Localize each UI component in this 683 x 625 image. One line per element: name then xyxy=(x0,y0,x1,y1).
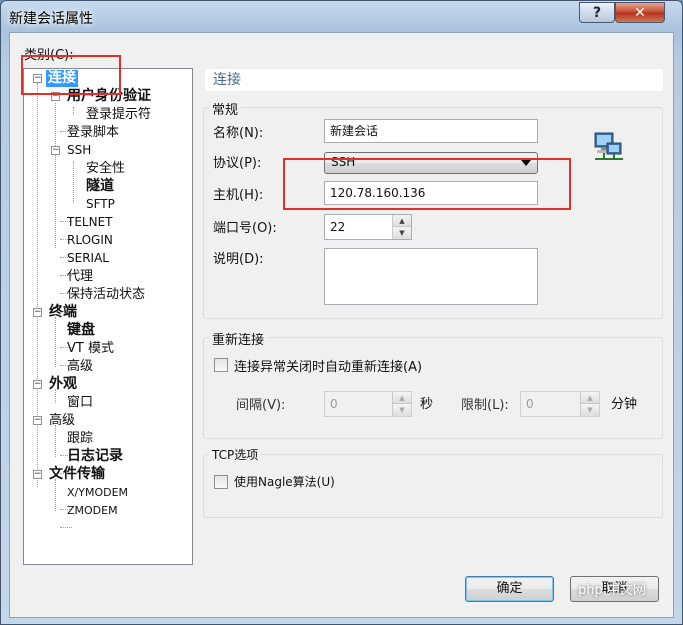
spin-down-icon[interactable]: ▼ xyxy=(580,404,599,416)
name-field[interactable]: 新建会话 xyxy=(324,119,538,143)
nagle-checkbox[interactable] xyxy=(214,475,228,489)
auto-reconnect-checkbox[interactable] xyxy=(214,358,228,372)
tree-item-trace[interactable]: 跟踪 xyxy=(67,430,93,447)
nagle-label[interactable]: 使用Nagle算法(U) xyxy=(234,473,335,490)
spin-down-icon[interactable]: ▼ xyxy=(392,404,411,416)
interval-value: 0 xyxy=(330,397,338,411)
tree-item-telnet[interactable]: TELNET xyxy=(67,214,113,231)
interval-label: 间隔(V): xyxy=(236,398,286,413)
tcp-group-title: TCP选项 xyxy=(209,446,262,463)
tree-line xyxy=(73,161,74,203)
tree-item-zmodem[interactable]: ZMODEM xyxy=(67,502,118,519)
port-label: 端口号(O): xyxy=(213,221,277,236)
general-group-title: 常规 xyxy=(209,99,242,118)
interval-stepper-buttons: ▲ ▼ xyxy=(392,392,411,416)
window-title: 新建会话属性 xyxy=(9,11,93,27)
tree-item-logging[interactable]: 日志记录 xyxy=(67,448,123,465)
tree-item-tunneling[interactable]: 隧道 xyxy=(86,178,114,195)
port-stepper-buttons: ▲ ▼ xyxy=(392,215,411,239)
watermark-logo: php 中文网 xyxy=(578,583,646,598)
title-bar[interactable]: 新建会话属性 ? ✕ xyxy=(1,1,682,33)
reconnect-group xyxy=(203,337,663,439)
tree-item-window[interactable]: 窗口 xyxy=(67,394,93,411)
close-button[interactable]: ✕ xyxy=(615,2,665,23)
tree-item-file-transfer[interactable]: 文件传输 xyxy=(49,466,105,483)
dialog-window: 新建会话属性 ? ✕ 类别(C): − − − − − − − 连接 用户身份验… xyxy=(0,0,683,625)
tree-item-login-script[interactable]: 登录脚本 xyxy=(67,124,119,141)
tree-line xyxy=(73,107,74,115)
tree-item-sftp[interactable]: SFTP xyxy=(86,196,115,213)
tree-item-terminal[interactable]: 终端 xyxy=(49,304,77,321)
tree-item-ssh[interactable]: SSH xyxy=(67,142,91,159)
spin-up-icon[interactable]: ▲ xyxy=(392,215,411,227)
port-value: 22 xyxy=(330,220,346,234)
limit-stepper[interactable]: 0 ▲ ▼ xyxy=(520,391,600,417)
limit-unit: 分钟 xyxy=(611,397,638,412)
help-button[interactable]: ? xyxy=(579,2,615,23)
spin-down-icon[interactable]: ▼ xyxy=(392,227,411,239)
host-label: 主机(H): xyxy=(213,188,264,203)
help-icon: ? xyxy=(592,4,602,21)
close-icon: ✕ xyxy=(634,4,646,21)
description-label: 说明(D): xyxy=(213,252,264,267)
tree-item-serial[interactable]: SERIAL xyxy=(67,250,109,267)
tree-line xyxy=(60,527,72,528)
collapse-icon[interactable]: − xyxy=(33,470,42,479)
tree-item-xymodem[interactable]: X/YMODEM xyxy=(67,484,128,501)
collapse-icon[interactable]: − xyxy=(33,308,42,317)
interval-unit: 秒 xyxy=(420,397,434,412)
reconnect-group-title: 重新连接 xyxy=(209,329,268,348)
tree-item-appearance[interactable]: 外观 xyxy=(49,376,77,393)
tree-line xyxy=(55,317,56,367)
collapse-icon[interactable]: − xyxy=(33,416,42,425)
annotation-box xyxy=(21,55,121,95)
interval-stepper[interactable]: 0 ▲ ▼ xyxy=(324,391,412,417)
tree-item-terminal-advanced[interactable]: 高级 xyxy=(67,358,93,375)
protocol-label: 协议(P): xyxy=(213,156,262,171)
tree-line xyxy=(37,83,38,487)
dialog-client: 类别(C): − − − − − − − 连接 用户身份验证 登录提示符 登录脚… xyxy=(9,32,674,618)
tree-item-rlogin[interactable]: RLOGIN xyxy=(67,232,113,249)
collapse-icon[interactable]: − xyxy=(33,380,42,389)
tree-item-security[interactable]: 安全性 xyxy=(86,160,125,177)
tree-item-advanced[interactable]: 高级 xyxy=(49,412,75,429)
tree-item-login-prompts[interactable]: 登录提示符 xyxy=(86,106,151,123)
tree-item-keyboard[interactable]: 键盘 xyxy=(67,322,95,339)
spin-up-icon[interactable]: ▲ xyxy=(392,392,411,404)
panel-header: 连接 xyxy=(205,69,663,91)
limit-label: 限制(L): xyxy=(461,398,509,413)
tree-item-vt-mode[interactable]: VT 模式 xyxy=(67,340,114,357)
ok-button[interactable]: 确定 xyxy=(465,576,554,602)
category-tree[interactable]: − − − − − − − 连接 用户身份验证 登录提示符 登录脚本 SSH 安… xyxy=(23,68,193,565)
collapse-icon[interactable]: − xyxy=(51,146,60,155)
spin-up-icon[interactable]: ▲ xyxy=(580,392,599,404)
auto-reconnect-label[interactable]: 连接异常关闭时自动重新连接(A) xyxy=(234,356,422,375)
tree-line xyxy=(55,103,56,248)
port-stepper[interactable]: 22 ▲ ▼ xyxy=(324,214,412,240)
tree-line xyxy=(55,425,56,457)
name-label: 名称(N): xyxy=(213,126,264,141)
tree-item-proxy[interactable]: 代理 xyxy=(67,268,93,285)
network-computer-icon xyxy=(594,132,623,160)
limit-value: 0 xyxy=(526,397,534,411)
limit-stepper-buttons: ▲ ▼ xyxy=(580,392,599,416)
description-field[interactable] xyxy=(324,248,538,305)
tree-line xyxy=(55,479,56,511)
annotation-box xyxy=(283,158,571,210)
tree-item-keep-alive[interactable]: 保持活动状态 xyxy=(67,286,145,303)
